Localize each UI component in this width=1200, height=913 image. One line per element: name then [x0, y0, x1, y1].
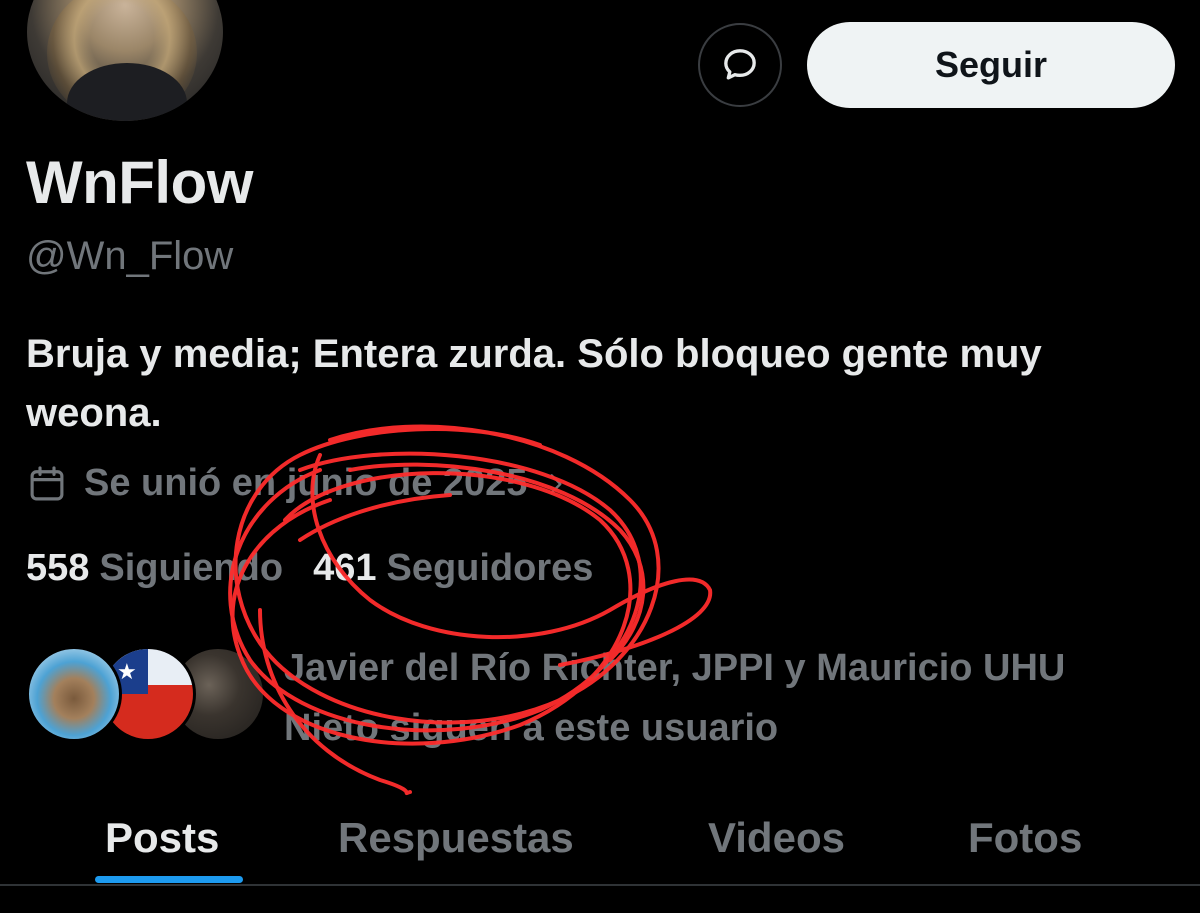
red-circle-annotation	[228, 424, 713, 796]
profile-handle: @Wn_Flow	[26, 234, 234, 278]
profile-tabs: Posts Respuestas Videos Fotos	[0, 790, 1200, 886]
chevron-right-icon[interactable]	[543, 471, 569, 497]
followers-label: Seguidores	[386, 547, 594, 589]
active-tab-indicator	[95, 876, 243, 883]
tab-videos[interactable]: Videos	[708, 790, 845, 886]
profile-bio: Bruja y media; Entera zurda. Sólo bloque…	[26, 332, 1042, 435]
join-date: Se unió en junio de 2025	[26, 462, 569, 505]
calendar-icon	[30, 465, 64, 500]
profile-name: WnFlow	[26, 149, 253, 216]
tab-respuestas[interactable]: Respuestas	[338, 790, 574, 886]
follow-button[interactable]: Seguir	[807, 22, 1175, 108]
followers-you-know[interactable]: Javier del Río Richter, JPPI y Mauricio …	[284, 638, 1164, 758]
tab-fotos[interactable]: Fotos	[968, 790, 1082, 886]
tabs-divider	[0, 884, 1200, 886]
following-count: 558	[26, 547, 90, 589]
follow-stats: 558 Siguiendo 461 Seguidores	[26, 547, 593, 590]
tab-posts[interactable]: Posts	[105, 790, 219, 886]
message-bubble-icon	[724, 49, 756, 80]
join-date-text: Se unió en junio de 2025	[84, 462, 528, 504]
followers-count: 461	[313, 547, 377, 589]
following-label: Siguiendo	[99, 547, 284, 589]
mutual-follower-avatar-1[interactable]	[26, 646, 122, 742]
profile-avatar[interactable]	[24, 0, 226, 124]
followers-link[interactable]: 461 Seguidores	[313, 547, 593, 590]
message-button[interactable]	[698, 23, 782, 107]
following-link[interactable]: 558 Siguiendo	[26, 547, 283, 590]
